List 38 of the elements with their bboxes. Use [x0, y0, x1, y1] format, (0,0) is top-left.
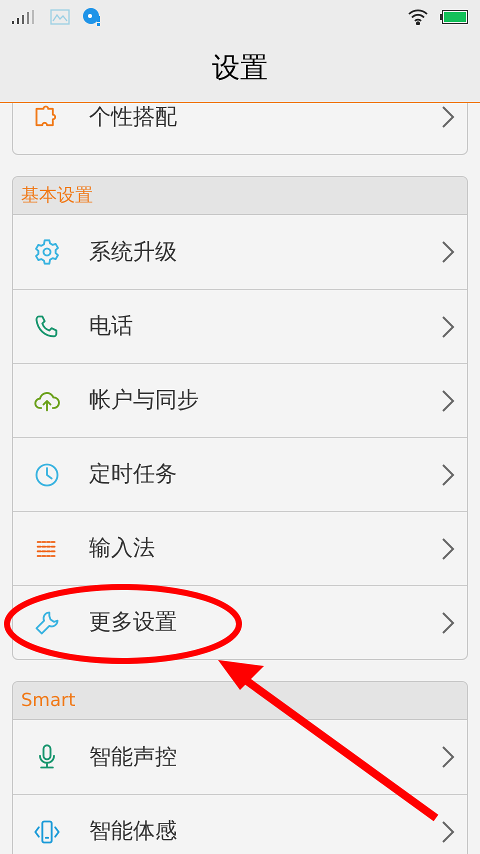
chevron-right-icon — [441, 105, 455, 129]
settings-row[interactable]: 帐户与同步 — [13, 363, 467, 437]
wifi-icon — [408, 8, 428, 24]
row-label: 智能体感 — [89, 818, 178, 846]
chevron-right-icon — [441, 462, 455, 486]
settings-row[interactable]: 定时任务 — [13, 437, 467, 511]
battery-icon — [440, 10, 468, 24]
settings-row[interactable]: 输入法 — [13, 511, 467, 585]
row-label: 系统升级 — [89, 238, 178, 266]
chevron-right-icon — [441, 240, 455, 264]
phone-motion-icon — [33, 818, 61, 846]
chevron-right-icon — [441, 745, 455, 769]
chevron-right-icon — [441, 610, 455, 634]
settings-row[interactable]: 电话 — [13, 289, 467, 363]
section-title: 基本设置 — [21, 184, 93, 208]
image-notification-icon — [50, 8, 70, 24]
app-notification-icon — [82, 6, 102, 26]
settings-row[interactable]: 智能体感 — [13, 794, 467, 854]
chevron-right-icon — [441, 314, 455, 338]
settings-row[interactable]: 智能声控 — [13, 720, 467, 794]
settings-row[interactable]: 系统升级 — [13, 215, 467, 289]
row-label: 更多设置 — [89, 609, 178, 637]
row-label: 智能声控 — [89, 744, 178, 772]
gear-icon — [33, 238, 61, 266]
settings-row[interactable]: 个性搭配 — [13, 103, 467, 154]
row-label: 输入法 — [89, 535, 156, 563]
row-label: 个性搭配 — [89, 104, 178, 132]
row-label: 帐户与同步 — [89, 387, 200, 415]
row-label: 电话 — [89, 313, 134, 341]
page-title: 设置 — [212, 50, 268, 86]
settings-row[interactable]: 更多设置 — [13, 585, 467, 659]
chevron-right-icon — [441, 536, 455, 560]
chevron-right-icon — [441, 820, 455, 844]
chevron-right-icon — [441, 388, 455, 412]
row-label: 定时任务 — [89, 461, 178, 489]
wrench-icon — [33, 608, 61, 636]
clock-icon — [33, 460, 61, 488]
section-title: Smart — [21, 689, 76, 713]
